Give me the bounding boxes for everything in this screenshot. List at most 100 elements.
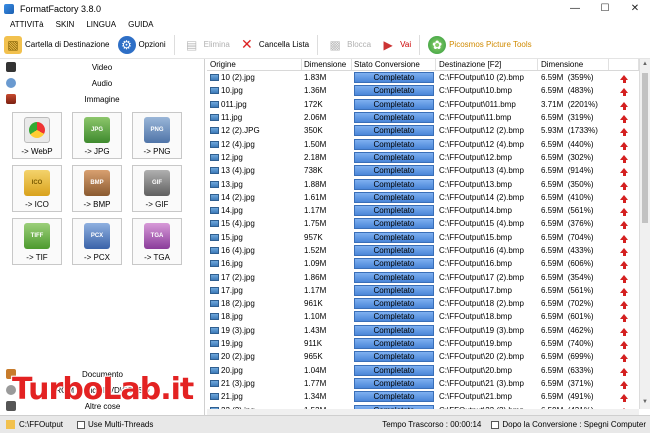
- remove-row-cell[interactable]: [609, 181, 639, 190]
- remove-row-cell[interactable]: [609, 75, 639, 84]
- table-row[interactable]: 16 (4).jpg 1.52M Completato C:\FFOutput\16 …: [207, 244, 639, 257]
- table-row[interactable]: 12 (2).JPG 350K Completato C:\FFOutput\12 (…: [207, 124, 639, 137]
- format-bmp[interactable]: BMP -> BMP: [72, 165, 122, 212]
- arrow-up-icon[interactable]: [620, 234, 628, 243]
- table-row[interactable]: 21 (3).jpg 1.77M Completato C:\FFOutput\21 …: [207, 377, 639, 390]
- remove-row-cell[interactable]: [609, 88, 639, 97]
- table-row[interactable]: 12.jpg 2.18M Completato C:\FFOutput\12.bmp 6…: [207, 151, 639, 164]
- dest-folder-button[interactable]: ▧ Cartella di Destinazione: [0, 33, 114, 57]
- remove-row-cell[interactable]: [609, 394, 639, 403]
- arrow-up-icon[interactable]: [620, 141, 628, 150]
- remove-row-cell[interactable]: [609, 314, 639, 323]
- category-audio[interactable]: Audio: [0, 75, 204, 91]
- multi-thread-checkbox[interactable]: [77, 420, 86, 429]
- format-tif[interactable]: TIFF -> TIF: [12, 218, 62, 265]
- table-row[interactable]: 14 (2).jpg 1.61M Completato C:\FFOutput\14 …: [207, 191, 639, 204]
- arrow-up-icon[interactable]: [620, 341, 628, 350]
- table-row[interactable]: 19 (3).jpg 1.43M Completato C:\FFOutput\19 …: [207, 324, 639, 337]
- table-row[interactable]: 13 (4).jpg 738K Completato C:\FFOutput\13 (…: [207, 164, 639, 177]
- table-row[interactable]: 19.jpg 911K Completato C:\FFOutput\19.bmp 6.…: [207, 337, 639, 350]
- arrow-up-icon[interactable]: [620, 314, 628, 323]
- remove-row-cell[interactable]: [609, 274, 639, 283]
- remove-row-cell[interactable]: [609, 221, 639, 230]
- maximize-button[interactable]: ☐: [590, 0, 620, 17]
- remove-row-cell[interactable]: [609, 128, 639, 137]
- arrow-up-icon[interactable]: [620, 128, 628, 137]
- remove-row-cell[interactable]: [609, 354, 639, 363]
- remove-row-cell[interactable]: [609, 367, 639, 376]
- remove-row-cell[interactable]: [609, 194, 639, 203]
- arrow-up-icon[interactable]: [620, 261, 628, 270]
- remove-row-cell[interactable]: [609, 141, 639, 150]
- format-tga[interactable]: TGA -> TGA: [132, 218, 182, 265]
- menu-lingua[interactable]: LINGUA: [86, 20, 116, 29]
- arrow-up-icon[interactable]: [620, 367, 628, 376]
- clear-list-button[interactable]: ✕ Cancella Lista: [234, 33, 313, 57]
- table-row[interactable]: 12 (4).jpg 1.50M Completato C:\FFOutput\12 …: [207, 137, 639, 150]
- remove-row-cell[interactable]: [609, 341, 639, 350]
- arrow-up-icon[interactable]: [620, 248, 628, 256]
- arrow-up-icon[interactable]: [620, 221, 628, 230]
- table-row[interactable]: 21.jpg 1.34M Completato C:\FFOutput\21.bmp 6…: [207, 390, 639, 403]
- table-row[interactable]: 13.jpg 1.88M Completato C:\FFOutput\13.bmp 6…: [207, 177, 639, 190]
- table-row[interactable]: 10.jpg 1.36M Completato C:\FFOutput\10.bmp 6…: [207, 84, 639, 97]
- menu-skin[interactable]: SKIN: [56, 20, 75, 29]
- arrow-up-icon[interactable]: [620, 301, 628, 310]
- output-path[interactable]: C:\FFOutput: [19, 420, 63, 429]
- table-row[interactable]: 14.jpg 1.17M Completato C:\FFOutput\14.bmp 6…: [207, 204, 639, 217]
- remove-row-cell[interactable]: [609, 248, 639, 256]
- remove-row-cell[interactable]: [609, 301, 639, 310]
- table-row[interactable]: 011.jpg 172K Completato C:\FFOutput\011.bmp…: [207, 98, 639, 111]
- col-size[interactable]: Dimensione: [302, 59, 352, 70]
- format-png[interactable]: PNG -> PNG: [132, 112, 182, 159]
- arrow-up-icon[interactable]: [620, 168, 628, 177]
- vertical-scrollbar[interactable]: ▲ ▼: [639, 59, 650, 409]
- scroll-up-icon[interactable]: ▲: [642, 61, 648, 67]
- table-row[interactable]: 11.jpg 2.06M Completato C:\FFOutput\11.bmp 6…: [207, 111, 639, 124]
- stop-button[interactable]: ▩ Blocca: [322, 33, 375, 57]
- table-row[interactable]: 16.jpg 1.09M Completato C:\FFOutput\16.bmp 6…: [207, 257, 639, 270]
- format-jpg[interactable]: JPG -> JPG: [72, 112, 122, 159]
- scroll-down-icon[interactable]: ▼: [642, 399, 648, 405]
- remove-button[interactable]: ▤ Elimina: [179, 33, 234, 57]
- remove-row-cell[interactable]: [609, 208, 639, 217]
- arrow-up-icon[interactable]: [620, 75, 628, 84]
- col-destination[interactable]: Destinazione [F2]: [436, 59, 538, 70]
- remove-row-cell[interactable]: [609, 287, 639, 296]
- arrow-up-icon[interactable]: [620, 380, 628, 389]
- options-button[interactable]: ⚙ Opzioni: [114, 33, 170, 57]
- remove-row-cell[interactable]: [609, 101, 639, 110]
- format-pcx[interactable]: PCX -> PCX: [72, 218, 122, 265]
- menu-guida[interactable]: GUIDA: [128, 20, 153, 29]
- menu-attivita[interactable]: ATTIVITà: [10, 20, 44, 29]
- arrow-up-icon[interactable]: [620, 101, 628, 110]
- scroll-thumb[interactable]: [642, 73, 648, 223]
- remove-row-cell[interactable]: [609, 115, 639, 124]
- category-image[interactable]: Immagine: [0, 91, 204, 107]
- col-status[interactable]: Stato Conversione: [352, 59, 436, 70]
- col-output-size[interactable]: Dimensione: [538, 59, 609, 70]
- table-row[interactable]: 17.jpg 1.17M Completato C:\FFOutput\17.bmp 6…: [207, 284, 639, 297]
- arrow-up-icon[interactable]: [620, 394, 628, 403]
- table-row[interactable]: 18 (2).jpg 961K Completato C:\FFOutput\18 (…: [207, 297, 639, 310]
- picosmos-button[interactable]: ✿ Picosmos Picture Tools: [424, 33, 536, 57]
- arrow-up-icon[interactable]: [620, 274, 628, 283]
- arrow-up-icon[interactable]: [620, 181, 628, 190]
- arrow-up-icon[interactable]: [620, 154, 628, 163]
- minimize-button[interactable]: —: [560, 0, 590, 17]
- table-row[interactable]: 20 (2).jpg 965K Completato C:\FFOutput\20 (…: [207, 350, 639, 363]
- arrow-up-icon[interactable]: [620, 354, 628, 363]
- remove-row-cell[interactable]: [609, 168, 639, 177]
- remove-row-cell[interactable]: [609, 380, 639, 389]
- remove-row-cell[interactable]: [609, 154, 639, 163]
- arrow-up-icon[interactable]: [620, 194, 628, 203]
- remove-row-cell[interactable]: [609, 327, 639, 336]
- format-ico[interactable]: ICO -> ICO: [12, 165, 62, 212]
- format-gif[interactable]: GIF -> GIF: [132, 165, 182, 212]
- start-button[interactable]: ▶ Vai: [375, 33, 415, 57]
- remove-row-cell[interactable]: [609, 261, 639, 270]
- col-origin[interactable]: Origine: [207, 59, 302, 70]
- table-row[interactable]: 10 (2).jpg 1.83M Completato C:\FFOutput\10 …: [207, 71, 639, 84]
- table-row[interactable]: 20.jpg 1.04M Completato C:\FFOutput\20.bmp 6…: [207, 364, 639, 377]
- table-row[interactable]: 15 (4).jpg 1.75M Completato C:\FFOutput\15 …: [207, 217, 639, 230]
